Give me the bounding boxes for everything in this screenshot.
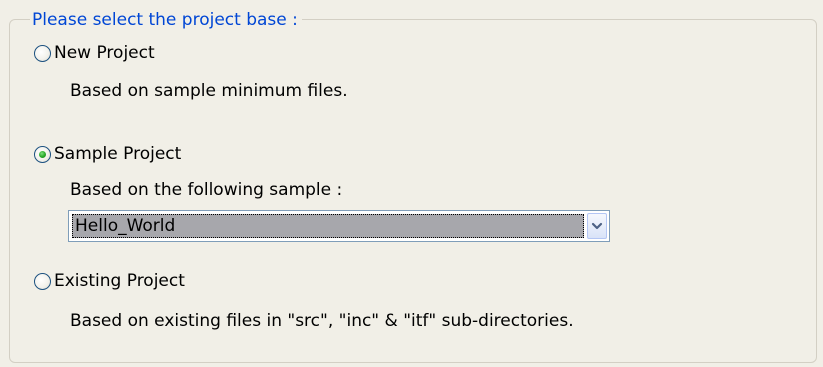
sample-select-value[interactable]: Hello_World <box>72 214 584 238</box>
project-base-panel: Please select the project base : New Pro… <box>0 0 823 367</box>
sample-project-option[interactable]: Sample Project <box>34 144 181 164</box>
new-project-option[interactable]: New Project <box>34 43 155 63</box>
sample-project-description: Based on the following sample : <box>70 180 343 200</box>
groupbox-title: Please select the project base : <box>30 10 302 30</box>
existing-project-radio[interactable] <box>34 272 51 290</box>
new-project-radio[interactable] <box>34 44 51 62</box>
sample-select-dropdown-button[interactable] <box>587 213 607 239</box>
existing-project-label[interactable]: Existing Project <box>54 271 185 291</box>
sample-project-radio[interactable] <box>34 145 51 163</box>
existing-project-option[interactable]: Existing Project <box>34 271 185 291</box>
new-project-label[interactable]: New Project <box>54 43 155 63</box>
sample-project-label[interactable]: Sample Project <box>54 144 181 164</box>
existing-project-description: Based on existing files in "src", "inc" … <box>70 311 574 331</box>
chevron-down-icon <box>591 222 603 230</box>
sample-select[interactable]: Hello_World <box>68 210 610 242</box>
new-project-description: Based on sample minimum files. <box>70 81 348 101</box>
